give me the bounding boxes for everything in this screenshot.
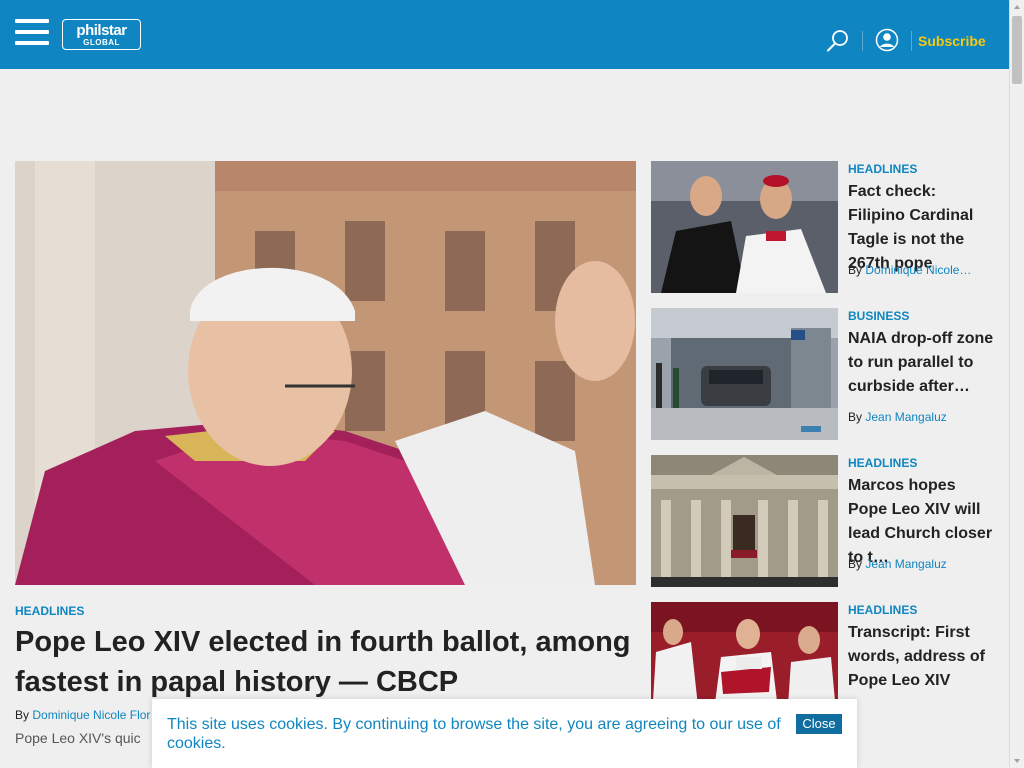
sidebar-story-2-category[interactable]: BUSINESS [848,309,909,323]
header-divider [862,31,863,51]
logo-text-top: philstar [76,22,127,39]
sidebar-story-2-image[interactable] [651,308,838,440]
byline-prefix: By [15,708,30,722]
hero-author-link[interactable]: Dominique Nicole Flor [32,708,150,722]
sidebar-story-2-title[interactable]: NAIA drop-off zone to run parallel to cu… [848,327,996,399]
sidebar-story-1-byline: By Dominique Nicole… [848,263,971,277]
sidebar-story-2-byline: By Jean Mangaluz [848,410,947,424]
top-navigation-bar: philstar GLOBAL Subscribe [0,0,1009,69]
hero-story-image[interactable] [15,161,636,585]
philstar-logo[interactable]: philstar GLOBAL [62,19,141,50]
sidebar-story-1[interactable]: HEADLINES Fact check: Filipino Cardinal … [651,161,996,293]
byline-prefix: By [848,263,863,277]
sidebar-story-3-category[interactable]: HEADLINES [848,456,917,470]
sidebar-story-3-title[interactable]: Marcos hopes Pope Leo XIV will lead Chur… [848,474,996,570]
header-divider [911,31,912,51]
cookie-close-button[interactable]: Close [796,714,842,734]
user-account-icon[interactable] [875,28,899,52]
scrollbar-thumb[interactable] [1012,16,1022,84]
sidebar-story-2-author-link[interactable]: Jean Mangaluz [865,410,946,424]
byline-prefix: By [848,410,863,424]
sidebar-story-3-image[interactable] [651,455,838,587]
logo-text-bottom: GLOBAL [83,38,120,47]
byline-prefix: By [848,557,863,571]
search-icon[interactable] [826,29,850,53]
sidebar-story-4-title[interactable]: Transcript: First words, address of Pope… [848,621,996,693]
scroll-down-arrow-icon[interactable] [1014,759,1020,763]
menu-icon[interactable] [15,19,49,45]
hero-category-label[interactable]: HEADLINES [15,604,84,618]
sidebar-story-3[interactable]: HEADLINES Marcos hopes Pope Leo XIV will… [651,455,996,587]
sidebar-story-1-category[interactable]: HEADLINES [848,162,917,176]
sidebar-story-3-author-link[interactable]: Jean Mangaluz [865,557,946,571]
sidebar-story-4-category[interactable]: HEADLINES [848,603,917,617]
hero-byline: By Dominique Nicole Flor [15,708,150,722]
sidebar-story-1-image[interactable] [651,161,838,293]
sidebar-story-1-title[interactable]: Fact check: Filipino Cardinal Tagle is n… [848,180,996,276]
sidebar-story-2[interactable]: BUSINESS NAIA drop-off zone to run paral… [651,308,996,440]
page-scrollbar[interactable] [1009,0,1024,768]
scroll-up-arrow-icon[interactable] [1014,5,1020,9]
hero-headline-link[interactable]: Pope Leo XIV elected in fourth ballot, a… [15,622,640,702]
subscribe-link[interactable]: Subscribe [918,33,986,49]
sidebar-story-3-byline: By Jean Mangaluz [848,557,947,571]
cookie-consent-banner: This site uses cookies. By continuing to… [152,699,857,768]
hero-summary-text: Pope Leo XIV's quic [15,730,141,746]
sidebar-story-1-author-link[interactable]: Dominique Nicole… [865,263,971,277]
cookie-consent-text: This site uses cookies. By continuing to… [167,716,781,752]
